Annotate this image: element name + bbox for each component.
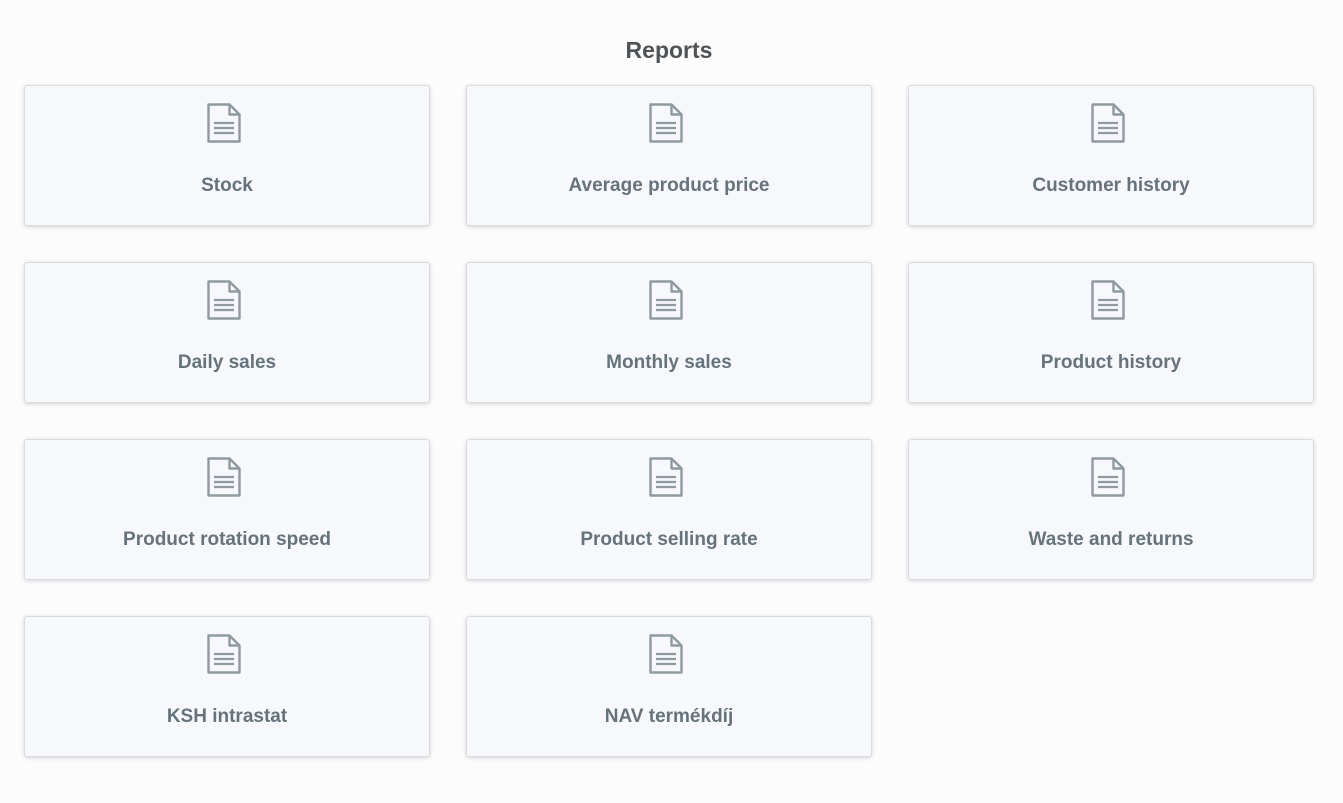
report-card-ksh-intrastat[interactable]: KSH intrastat [24,616,430,757]
document-icon [1091,280,1125,320]
report-card-label: Average product price [568,175,770,196]
report-card-label: Monthly sales [606,352,732,373]
page-title: Reports [625,37,713,63]
document-icon [207,457,241,497]
report-card-label: Customer history [1032,175,1190,196]
report-card-product-history[interactable]: Product history [908,262,1314,403]
report-card-label: Daily sales [177,352,277,373]
report-card-label: Stock [201,175,253,196]
report-card-waste-and-returns[interactable]: Waste and returns [908,439,1314,580]
report-card-nav-termekdij[interactable]: NAV termékdíj [466,616,872,757]
report-card-customer-history[interactable]: Customer history [908,85,1314,226]
report-card-product-rotation-speed[interactable]: Product rotation speed [24,439,430,580]
report-card-stock[interactable]: Stock [24,85,430,226]
document-icon [207,280,241,320]
report-card-label: Product selling rate [580,529,758,550]
report-card-label: NAV termékdíj [604,706,734,727]
document-icon [1091,457,1125,497]
document-icon [649,280,683,320]
document-icon [207,103,241,143]
report-card-label: KSH intrastat [166,706,288,727]
report-card-monthly-sales[interactable]: Monthly sales [466,262,872,403]
document-icon [1091,103,1125,143]
report-card-daily-sales[interactable]: Daily sales [24,262,430,403]
document-icon [649,457,683,497]
document-icon [649,103,683,143]
report-card-product-selling-rate[interactable]: Product selling rate [466,439,872,580]
report-card-label: Waste and returns [1028,529,1194,550]
report-card-label: Product history [1040,352,1182,373]
document-icon [649,634,683,674]
report-card-average-product-price[interactable]: Average product price [466,85,872,226]
reports-grid: Stock Average product price Customer his… [24,85,1314,757]
document-icon [207,634,241,674]
report-card-label: Product rotation speed [123,529,331,550]
